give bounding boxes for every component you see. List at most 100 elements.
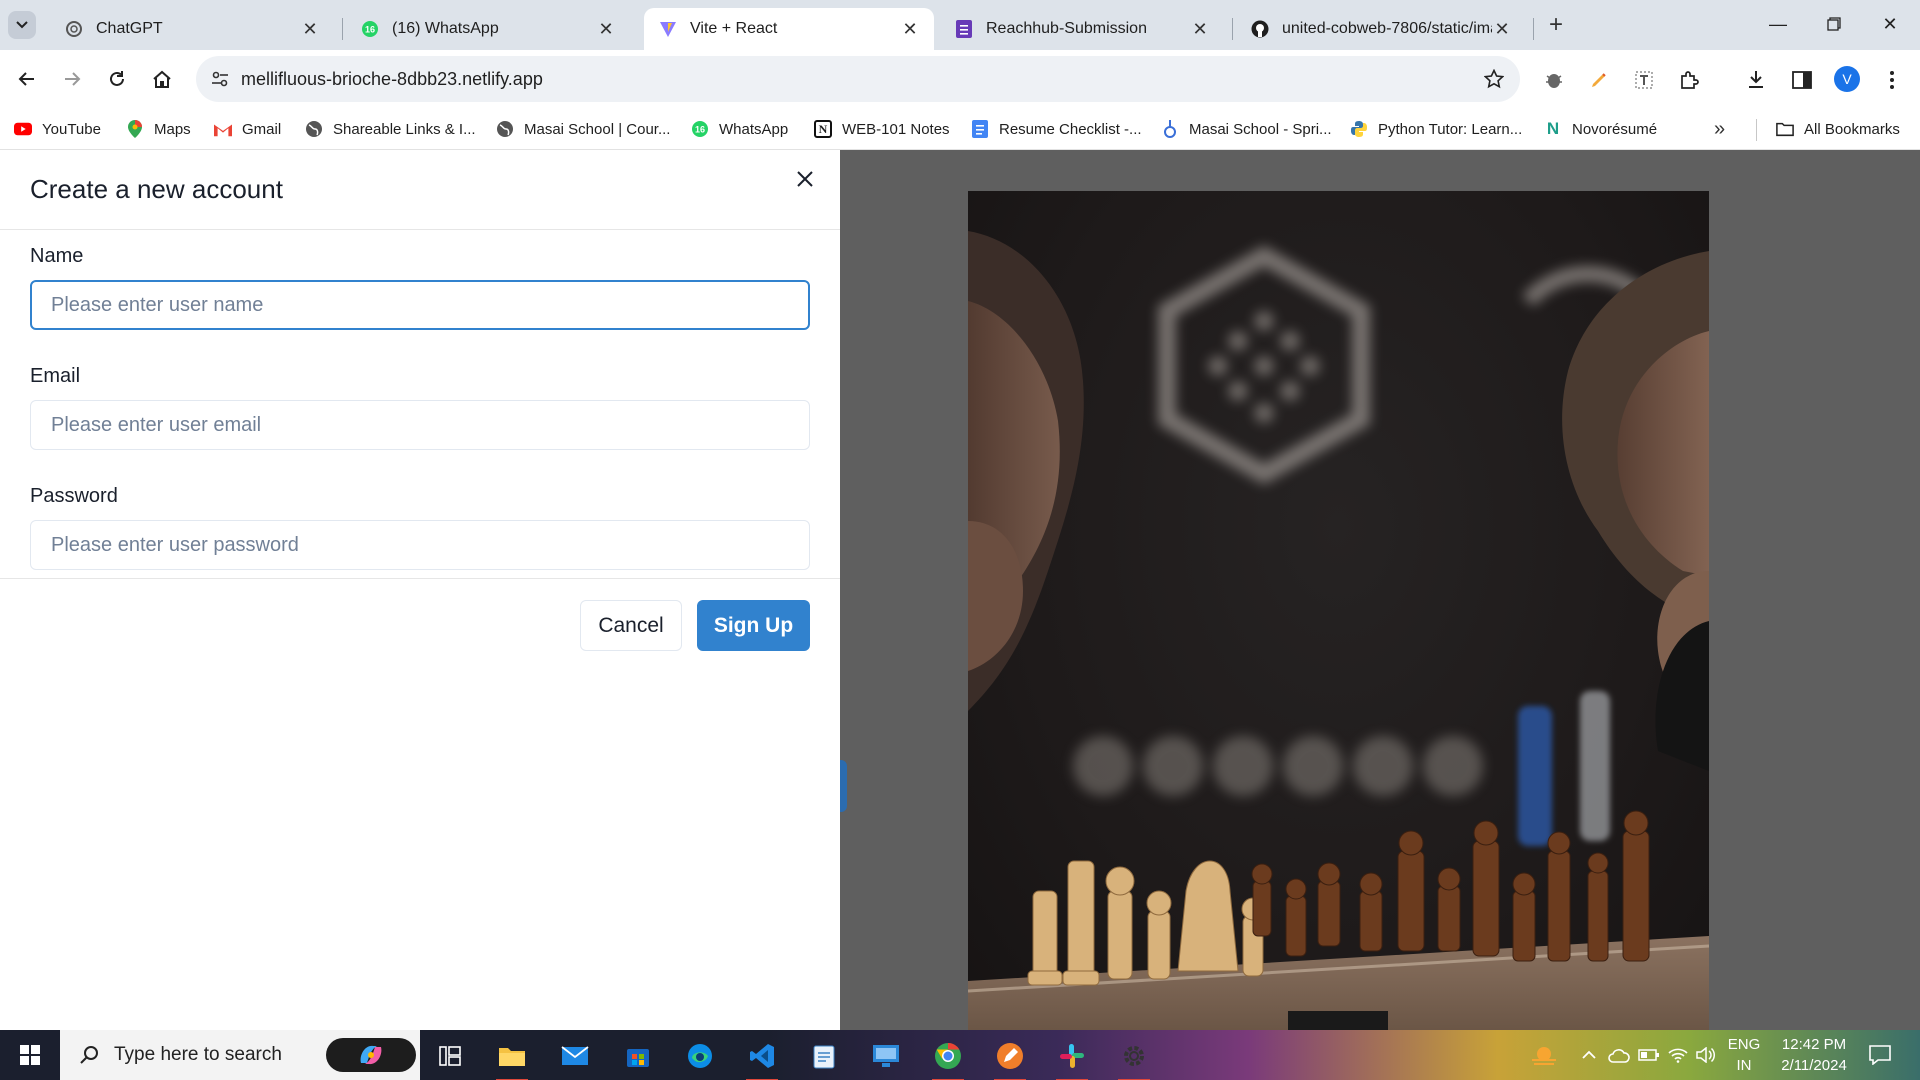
input-language-indicator[interactable]: ENG IN: [1722, 1034, 1766, 1076]
mail-app[interactable]: [555, 1036, 595, 1076]
bookmark-resume-checklist[interactable]: Resume Checklist -...: [971, 116, 1142, 142]
settings-app[interactable]: [1114, 1036, 1154, 1080]
cancel-button[interactable]: Cancel: [580, 600, 682, 651]
edge-app[interactable]: [680, 1036, 720, 1076]
edge-icon: [688, 1044, 712, 1068]
password-input[interactable]: [30, 520, 810, 570]
mail-icon: [561, 1046, 589, 1065]
bookmark-whatsapp[interactable]: 16 WhatsApp: [691, 116, 788, 142]
restore-button[interactable]: [1806, 0, 1862, 48]
tab-reachhub[interactable]: Reachhub-Submission ✕: [940, 8, 1224, 50]
notification-center-button[interactable]: [1866, 1042, 1894, 1068]
novoresume-letter: N: [1546, 119, 1560, 138]
tab-search-button[interactable]: [8, 11, 36, 39]
speaker-icon: [1696, 1047, 1716, 1063]
minimize-icon: —: [1769, 13, 1787, 34]
all-bookmarks-button[interactable]: All Bookmarks: [1776, 116, 1900, 142]
vite-icon: [658, 19, 678, 39]
close-tab-icon[interactable]: ✕: [1190, 19, 1210, 39]
bookmark-masai-sprint[interactable]: Masai School - Spri...: [1161, 116, 1332, 142]
bookmark-gmail[interactable]: Gmail: [214, 116, 281, 142]
extension-pen-button[interactable]: [1585, 66, 1613, 94]
slack-app[interactable]: [1052, 1036, 1092, 1080]
tab-whatsapp[interactable]: 16 (16) WhatsApp ✕: [346, 8, 630, 50]
bookmark-label: YouTube: [42, 120, 101, 138]
forward-button[interactable]: [54, 61, 90, 97]
chrome-icon: [935, 1042, 961, 1069]
tab-label: Reachhub-Submission: [986, 20, 1147, 37]
notepad-app[interactable]: [804, 1036, 844, 1076]
onedrive-tray-icon[interactable]: [1606, 1030, 1632, 1080]
chrome-app[interactable]: [928, 1036, 968, 1080]
novoresume-icon: N: [1544, 119, 1562, 138]
home-button[interactable]: [144, 61, 180, 97]
show-hidden-icons-button[interactable]: [1578, 1030, 1600, 1080]
bookmark-label: Resume Checklist -...: [999, 120, 1142, 138]
downloads-button[interactable]: [1742, 66, 1770, 94]
windows-taskbar: Type here to search ENG IN 12:42 PM 2/11…: [0, 1030, 1920, 1080]
extensions-button[interactable]: [1675, 66, 1703, 94]
bookmark-label: Python Tutor: Learn...: [1378, 120, 1523, 138]
new-tab-button[interactable]: +: [1542, 11, 1570, 39]
minimize-button[interactable]: —: [1750, 0, 1806, 48]
vscode-app[interactable]: [742, 1036, 782, 1080]
widgets-button[interactable]: [1526, 1030, 1562, 1080]
bookmark-shareable-links[interactable]: Shareable Links & I...: [305, 116, 476, 142]
system-clock[interactable]: 12:42 PM 2/11/2024: [1766, 1034, 1862, 1076]
email-label: Email: [30, 365, 81, 387]
sketch-app[interactable]: [990, 1036, 1030, 1080]
close-tab-icon[interactable]: ✕: [300, 19, 320, 39]
wifi-tray-icon[interactable]: [1666, 1030, 1690, 1080]
battery-tray-icon[interactable]: [1636, 1030, 1662, 1080]
plus-icon: +: [1548, 11, 1563, 38]
file-explorer-app[interactable]: [492, 1036, 532, 1080]
whatsapp-badge-count: 16: [695, 125, 705, 135]
url-text: mellifluous-brioche-8dbb23.netlify.app: [241, 69, 543, 89]
bookmark-python-tutor[interactable]: Python Tutor: Learn...: [1350, 116, 1522, 142]
reload-button[interactable]: [99, 61, 135, 97]
close-tab-icon[interactable]: ✕: [1492, 19, 1512, 39]
start-button[interactable]: [0, 1030, 60, 1080]
globe-icon: [305, 120, 323, 138]
side-panel-button[interactable]: [1788, 66, 1816, 94]
close-drawer-button[interactable]: [790, 164, 820, 194]
bookmark-star-button[interactable]: [1482, 67, 1506, 91]
email-input[interactable]: [30, 400, 810, 450]
close-tab-icon[interactable]: ✕: [596, 19, 616, 39]
bookmark-maps[interactable]: Maps: [126, 116, 191, 142]
sign-up-button[interactable]: Sign Up: [697, 600, 810, 651]
bookmark-masai-courses[interactable]: Masai School | Cour...: [496, 116, 670, 142]
drawer-footer-divider: [0, 578, 840, 579]
more-bookmarks-chevron-icon[interactable]: »: [1714, 118, 1725, 141]
tab-separator: [342, 18, 343, 40]
close-icon: [797, 171, 813, 187]
page-viewport: Create a new account Name Email Password…: [0, 150, 1920, 1030]
extension-bug-button[interactable]: [1540, 66, 1568, 94]
close-window-button[interactable]: ✕: [1862, 0, 1918, 48]
tab-chatgpt[interactable]: ChatGPT ✕: [50, 8, 334, 50]
clock-date: 2/11/2024: [1781, 1057, 1847, 1074]
profile-avatar[interactable]: V: [1834, 66, 1860, 92]
volume-tray-icon[interactable]: [1694, 1030, 1718, 1080]
back-button[interactable]: [9, 61, 45, 97]
tab-github[interactable]: united-cobweb-7806/static/ima ✕: [1236, 8, 1526, 50]
address-bar[interactable]: mellifluous-brioche-8dbb23.netlify.app: [196, 56, 1520, 102]
bookmark-web101-notes[interactable]: N WEB-101 Notes: [814, 116, 950, 142]
weather-icon: [1532, 1047, 1556, 1065]
browser-menu-button[interactable]: [1878, 66, 1906, 94]
store-app[interactable]: [618, 1036, 658, 1076]
forms-icon: [954, 19, 974, 39]
bookmark-label: Shareable Links & I...: [333, 120, 476, 138]
bookmark-novoresume[interactable]: N Novorésumé: [1544, 116, 1657, 142]
site-info-button[interactable]: [206, 65, 234, 93]
tab-vite-react[interactable]: Vite + React ✕: [644, 8, 934, 50]
name-input[interactable]: [30, 280, 810, 330]
extension-text-button[interactable]: [1630, 66, 1658, 94]
bookmark-youtube[interactable]: YouTube: [14, 116, 101, 142]
close-tab-icon[interactable]: ✕: [900, 19, 920, 39]
copilot-button[interactable]: [326, 1038, 416, 1072]
remote-desktop-app[interactable]: [866, 1036, 906, 1076]
docs-icon: [971, 120, 989, 138]
task-view-button[interactable]: [430, 1036, 470, 1076]
notepad-icon: [813, 1045, 835, 1069]
